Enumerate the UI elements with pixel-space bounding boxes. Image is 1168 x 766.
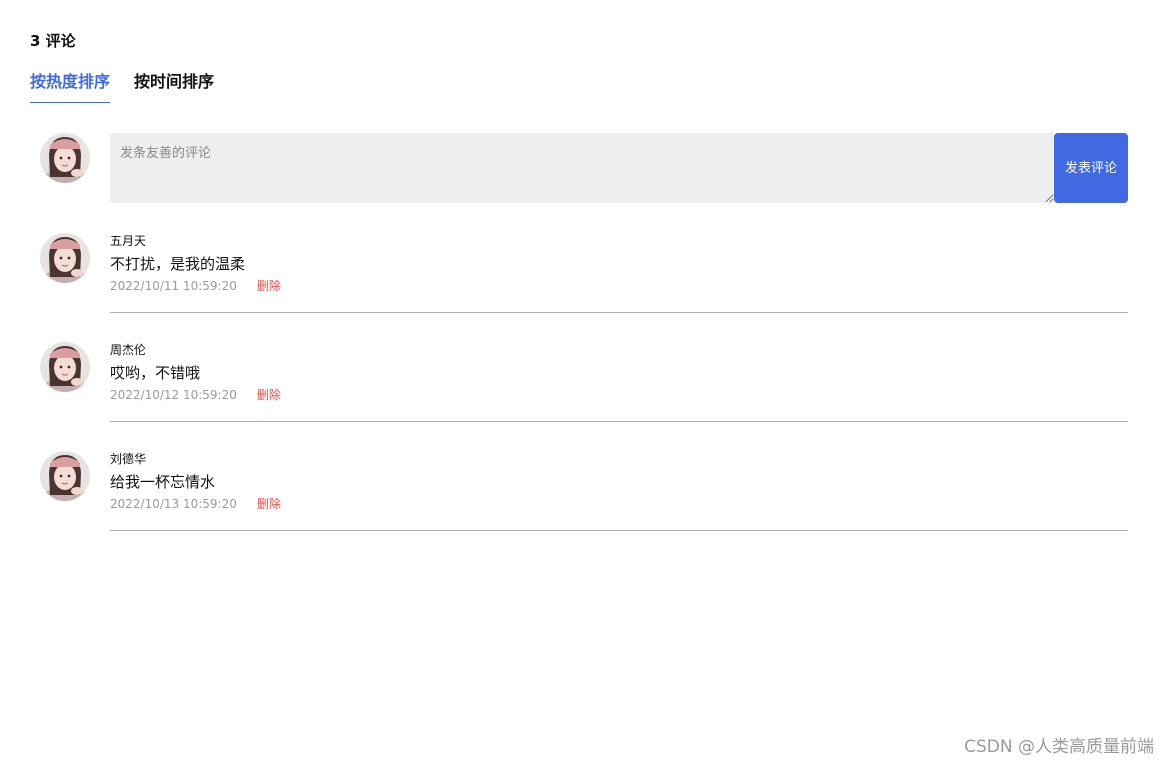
avatar — [40, 342, 90, 392]
delete-comment-button[interactable]: 删除 — [257, 277, 281, 295]
delete-comment-button[interactable]: 删除 — [257, 495, 281, 513]
comment-time: 2022/10/13 10:59:20 — [110, 497, 237, 511]
comment-username: 五月天 — [110, 234, 147, 248]
comment-time: 2022/10/12 10:59:20 — [110, 388, 237, 402]
tab-sort-by-hot[interactable]: 按热度排序 — [30, 70, 111, 103]
comment-username: 周杰伦 — [110, 343, 147, 357]
comment-time: 2022/10/11 10:59:20 — [110, 279, 237, 293]
submit-comment-button[interactable]: 发表评论 — [1054, 133, 1128, 203]
comment-body: 周杰伦 哎哟，不错哦 2022/10/12 10:59:20 删除 — [110, 342, 1128, 422]
avatar — [40, 233, 90, 283]
comment-meta: 2022/10/11 10:59:20 删除 — [110, 277, 1128, 295]
current-user-avatar — [40, 133, 90, 183]
comment-body: 五月天 不打扰，是我的温柔 2022/10/11 10:59:20 删除 — [110, 233, 1128, 313]
comment-meta: 2022/10/12 10:59:20 删除 — [110, 386, 1128, 404]
comment-meta: 2022/10/13 10:59:20 删除 — [110, 495, 1128, 513]
sort-tabs: 按热度排序 按时间排序 — [30, 70, 238, 103]
comment-page: 3 评论 按热度排序 按时间排序 发表评论 — [0, 0, 1168, 766]
csdn-watermark: CSDN @人类高质量前端 — [964, 737, 1154, 757]
comment-text: 给我一杯忘情水 — [110, 473, 216, 491]
delete-comment-button[interactable]: 删除 — [257, 386, 281, 404]
comment-body: 刘德华 给我一杯忘情水 2022/10/13 10:59:20 删除 — [110, 451, 1128, 531]
tab-sort-by-time[interactable]: 按时间排序 — [134, 70, 214, 103]
comment-text: 不打扰，是我的温柔 — [110, 255, 246, 273]
comment-item: 周杰伦 哎哟，不错哦 2022/10/12 10:59:20 删除 — [0, 342, 1168, 442]
comment-item: 刘德华 给我一杯忘情水 2022/10/13 10:59:20 删除 — [0, 451, 1168, 551]
comment-count-title: 3 评论 — [30, 32, 76, 50]
comment-item: 五月天 不打扰，是我的温柔 2022/10/11 10:59:20 删除 — [0, 233, 1168, 333]
avatar — [40, 451, 90, 501]
comment-username: 刘德华 — [110, 452, 147, 466]
comment-input[interactable] — [110, 133, 1054, 203]
comment-text: 哎哟，不错哦 — [110, 364, 201, 382]
